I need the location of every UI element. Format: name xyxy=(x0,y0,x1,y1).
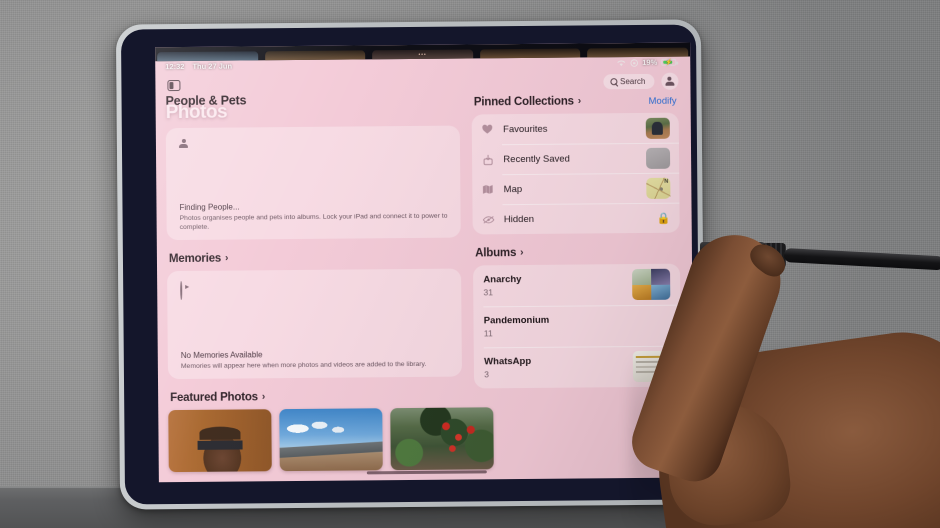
people-card-footer: Finding People... Photos organises peopl… xyxy=(179,200,448,232)
eye-slash-icon xyxy=(482,215,495,224)
people-card-subtitle: Photos organises people and pets into al… xyxy=(179,212,448,231)
featured-photos-section-header[interactable]: Featured Photos › xyxy=(170,390,462,405)
map-icon xyxy=(482,184,495,194)
status-date: Thu 27 Jun xyxy=(192,61,233,71)
switcher-card[interactable]: ••• xyxy=(372,49,473,60)
photo-thumb xyxy=(645,117,670,139)
battery-charging-icon: ⚡ xyxy=(661,58,677,67)
pinned-item-label: Hidden xyxy=(503,213,535,225)
status-bar-right: 19% ⚡ xyxy=(616,57,677,68)
switcher-card[interactable] xyxy=(587,47,689,58)
pinned-item-label: Map xyxy=(503,183,523,195)
gray-thumb xyxy=(645,147,671,169)
switcher-card[interactable] xyxy=(264,50,366,61)
chevron-right-icon: › xyxy=(224,252,229,264)
pointing-hand xyxy=(600,222,940,528)
pinned-item-favourites[interactable]: Favourites xyxy=(472,113,679,145)
wifi-icon xyxy=(617,60,626,66)
switcher-dots-icon: ••• xyxy=(418,51,427,58)
search-button[interactable]: Search xyxy=(602,73,655,90)
pinned-item-label: Recently Saved xyxy=(503,153,570,165)
people-and-pets-card[interactable]: Finding People... Photos organises peopl… xyxy=(165,125,462,241)
chevron-right-icon: › xyxy=(261,391,266,403)
people-card-title: Finding People... xyxy=(179,202,240,212)
pinned-item-label: Favourites xyxy=(503,123,548,135)
chevron-right-icon: › xyxy=(520,247,524,259)
search-label: Search xyxy=(619,76,646,87)
chevron-right-icon: › xyxy=(577,95,582,107)
memory-play-icon xyxy=(180,280,183,301)
page-title: Photos xyxy=(165,101,228,124)
app-header: People & Pets Photos xyxy=(165,78,460,127)
fingernail xyxy=(745,238,792,282)
featured-photos-row xyxy=(168,407,494,473)
left-column: People & Pets Photos Finding People... P… xyxy=(155,72,494,483)
switcher-card[interactable] xyxy=(479,48,581,59)
status-time: 12:32 xyxy=(165,61,185,72)
pinned-item-map[interactable]: Map xyxy=(473,173,680,205)
memories-card-footer: No Memories Available Memories will appe… xyxy=(181,348,449,371)
pinned-item-recently-saved[interactable]: Recently Saved xyxy=(472,143,679,175)
albums-heading-group[interactable]: Albums › xyxy=(475,247,523,259)
featured-photo-selfie[interactable] xyxy=(168,409,272,473)
memories-section-header[interactable]: Memories › xyxy=(169,251,461,266)
switcher-card[interactable] xyxy=(157,51,258,62)
lock-icon: 🔒 xyxy=(656,212,671,225)
search-icon xyxy=(610,78,618,86)
pinned-heading-group[interactable]: Pinned Collections › xyxy=(474,96,581,109)
memories-empty-title: No Memories Available xyxy=(180,350,263,360)
rotation-lock-icon xyxy=(630,58,638,67)
map-thumb xyxy=(646,177,671,199)
memories-heading: Memories xyxy=(168,252,222,266)
pinned-collections-header: Pinned Collections › Modify xyxy=(474,95,677,109)
featured-photo-garden[interactable] xyxy=(390,407,494,471)
modify-button[interactable]: Modify xyxy=(649,95,677,106)
battery-percent: 19% xyxy=(642,57,658,67)
account-avatar-icon[interactable] xyxy=(661,72,679,90)
featured-photos-heading: Featured Photos xyxy=(170,391,258,405)
sidebar-toggle-icon[interactable] xyxy=(167,80,181,92)
memories-card[interactable]: No Memories Available Memories will appe… xyxy=(167,268,463,380)
heart-icon xyxy=(481,124,494,134)
pinned-collections-heading: Pinned Collections xyxy=(473,95,574,109)
top-toolbar: Search xyxy=(472,72,679,91)
memories-empty-subtitle: Memories will appear here when more phot… xyxy=(180,360,427,370)
status-bar-left: 12:32 Thu 27 Jun xyxy=(165,62,232,72)
download-icon xyxy=(481,154,494,165)
pinned-collections-list: Favourites Recently Saved Map N Hidden 🔒 xyxy=(471,112,680,235)
featured-photo-sky[interactable] xyxy=(279,408,383,472)
albums-heading: Albums xyxy=(475,247,517,260)
